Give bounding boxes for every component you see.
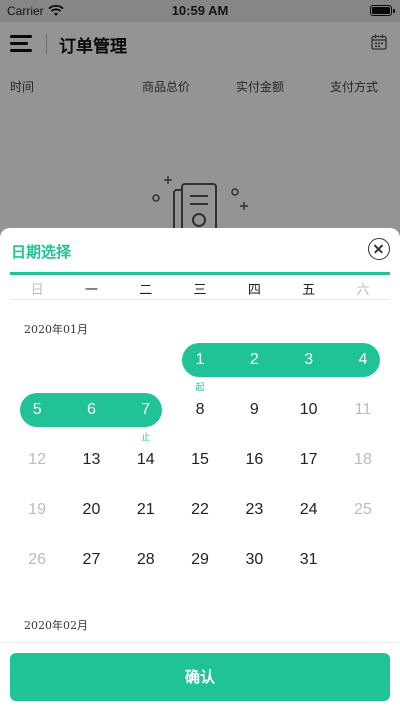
- calendar-day[interactable]: 18: [336, 443, 390, 477]
- calendar-day[interactable]: 21: [119, 493, 173, 527]
- title-underline: [10, 272, 390, 275]
- weekday-sat: 六: [356, 283, 370, 298]
- calendar-day[interactable]: 11: [336, 393, 390, 427]
- calendar-day[interactable]: 25: [336, 493, 390, 527]
- calendar-day[interactable]: 8: [173, 393, 227, 427]
- confirm-bar: 确认: [0, 642, 400, 710]
- calendar-day[interactable]: 6: [64, 393, 118, 427]
- range-end-note: 止: [141, 433, 151, 443]
- calendar-day[interactable]: 1: [173, 343, 227, 377]
- calendar-day[interactable]: 16: [227, 443, 281, 477]
- weekday-wed: 三: [193, 283, 207, 298]
- calendar-day[interactable]: 17: [282, 443, 336, 477]
- calendar-day[interactable]: 10: [282, 393, 336, 427]
- weekday-mon: 一: [84, 283, 98, 298]
- calendar-day[interactable]: 15: [173, 443, 227, 477]
- weekday-header: 日 一 二 三 四 五 六: [10, 277, 390, 300]
- confirm-button[interactable]: 确认: [10, 653, 390, 701]
- calendar-day[interactable]: 29: [173, 543, 227, 577]
- calendar-day[interactable]: 27: [64, 543, 118, 577]
- calendar-day[interactable]: 12: [10, 443, 64, 477]
- date-picker-title: 日期选择: [11, 243, 72, 261]
- calendar-day[interactable]: 23: [227, 493, 281, 527]
- calendar-day[interactable]: 4: [336, 343, 390, 377]
- date-picker-sheet: 日期选择 日 一 二 三 四 五 六 2020年01月 1 2 3 4 5 6 7 8 9 10 1…: [0, 228, 400, 710]
- calendar-day[interactable]: 28: [119, 543, 173, 577]
- calendar-day[interactable]: 9: [227, 393, 281, 427]
- calendar-day[interactable]: 7: [119, 393, 173, 427]
- calendar-day[interactable]: 14: [119, 443, 173, 477]
- calendar-day[interactable]: 24: [282, 493, 336, 527]
- calendar-day[interactable]: 20: [64, 493, 118, 527]
- calendar-day[interactable]: 3: [282, 343, 336, 377]
- month-label-jan: 2020年01月: [24, 323, 88, 336]
- weekday-sun: 日: [30, 283, 44, 298]
- close-icon[interactable]: [368, 238, 390, 260]
- calendar-day[interactable]: 5: [10, 393, 64, 427]
- month-label-feb: 2020年02月: [24, 619, 88, 632]
- calendar-day[interactable]: 2: [227, 343, 281, 377]
- calendar-day[interactable]: 31: [282, 543, 336, 577]
- calendar-day[interactable]: 26: [10, 543, 64, 577]
- weekday-thu: 四: [247, 283, 261, 298]
- weekday-fri: 五: [302, 283, 316, 298]
- calendar-day[interactable]: 13: [64, 443, 118, 477]
- weekday-tue: 二: [139, 283, 153, 298]
- range-start-note: 起: [195, 383, 205, 393]
- calendar-day[interactable]: 19: [10, 493, 64, 527]
- calendar-day[interactable]: 22: [173, 493, 227, 527]
- calendar-day[interactable]: 30: [227, 543, 281, 577]
